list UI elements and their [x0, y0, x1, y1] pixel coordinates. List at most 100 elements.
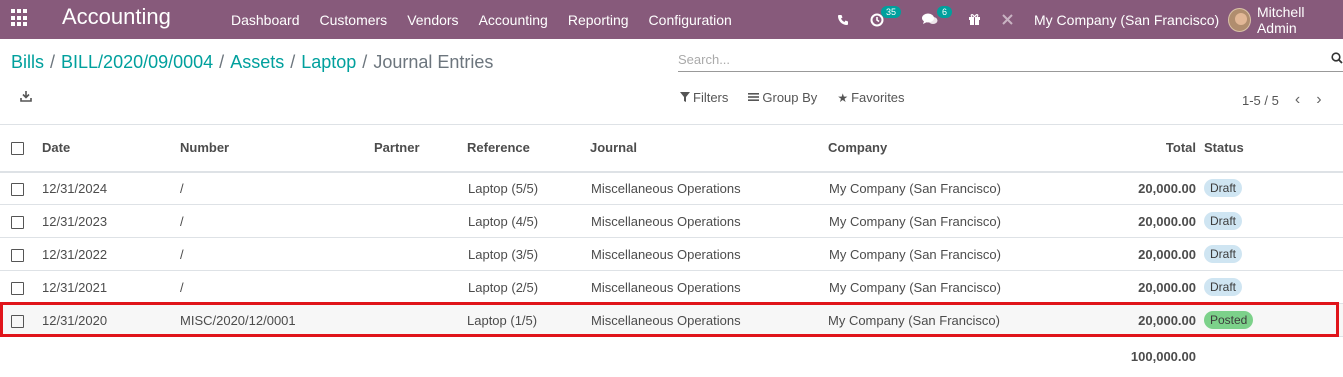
menu-reporting[interactable]: Reporting — [568, 12, 629, 28]
breadcrumb-laptop[interactable]: Laptop — [301, 52, 356, 72]
cell-date: 12/31/2020 — [42, 303, 180, 337]
cell-total: 20,000.00 — [1090, 303, 1204, 337]
column-journal[interactable]: Journal — [590, 124, 828, 173]
filters-button[interactable]: Filters — [680, 90, 728, 105]
activity-clock-icon[interactable]: 35 — [870, 0, 902, 39]
top-navbar: Accounting Dashboard Customers Vendors A… — [0, 0, 1343, 39]
table-footer-row: 100,000.00 — [0, 337, 1343, 377]
cell-partner — [374, 171, 467, 205]
search-icon[interactable] — [1331, 52, 1343, 67]
star-icon: ★ — [837, 90, 849, 105]
download-button[interactable] — [20, 90, 32, 105]
cell-company: My Company (San Francisco) — [828, 303, 1090, 337]
menu-dashboard[interactable]: Dashboard — [231, 12, 300, 28]
apps-grid-icon[interactable] — [11, 9, 29, 27]
menu-vendors[interactable]: Vendors — [407, 12, 458, 28]
table-row[interactable]: 12/31/2024 / Laptop (5/5) Miscellaneous … — [0, 171, 1343, 205]
column-date[interactable]: Date — [42, 124, 180, 173]
debug-tools-icon[interactable] — [1001, 0, 1014, 39]
row-select-cell — [0, 171, 42, 205]
menu-configuration[interactable]: Configuration — [649, 12, 732, 28]
row-checkbox[interactable] — [11, 215, 24, 229]
cell-status: Posted — [1204, 303, 1343, 337]
user-menu[interactable]: Mitchell Admin — [1228, 0, 1343, 39]
column-status[interactable]: Status — [1204, 124, 1343, 173]
table-row[interactable]: 12/31/2022 / Laptop (3/5) Miscellaneous … — [0, 237, 1343, 271]
cell-number: / — [180, 237, 374, 271]
row-select-cell — [0, 303, 42, 337]
gift-icon[interactable] — [968, 0, 981, 39]
column-total[interactable]: Total — [1090, 124, 1204, 173]
company-switcher[interactable]: My Company (San Francisco) — [1034, 0, 1219, 39]
status-badge: Draft — [1204, 212, 1243, 230]
cell-number: MISC/2020/12/0001 — [180, 303, 374, 337]
cell-partner — [374, 270, 467, 304]
menu-accounting[interactable]: Accounting — [479, 12, 548, 28]
column-partner[interactable]: Partner — [374, 124, 467, 173]
breadcrumb-separator: / — [362, 52, 368, 72]
messages-badge: 6 — [937, 6, 953, 18]
filters-label: Filters — [693, 90, 729, 105]
breadcrumb-separator: / — [290, 52, 296, 72]
breadcrumb-separator: / — [219, 52, 225, 72]
status-badge: Draft — [1204, 179, 1243, 198]
main-menu: Dashboard Customers Vendors Accounting R… — [231, 0, 752, 39]
row-checkbox[interactable] — [11, 281, 24, 295]
breadcrumb: Bills / BILL/2020/09/0004/Assets / Laptop / Jo… — [11, 52, 493, 73]
messages-icon[interactable]: 6 — [922, 0, 953, 39]
footer-spacer — [0, 337, 1090, 377]
user-name: Mitchell Admin — [1256, 3, 1305, 36]
cell-company: My Company (San Francisco) — [828, 270, 1090, 304]
cell-number: / — [180, 171, 374, 205]
cell-journal: Miscellaneous Operations — [590, 237, 828, 271]
cell-company: My Company (San Francisco) — [828, 171, 1090, 205]
pager: 1-5 / 5 ‹ › — [1242, 91, 1322, 109]
cell-partner — [374, 237, 467, 271]
table-row[interactable]: 12/31/2020 MISC/2020/12/0001 Laptop (1/5… — [0, 303, 1343, 337]
cell-date: 12/31/2022 — [42, 237, 180, 271]
cell-date: 12/31/2024 — [42, 171, 180, 205]
cell-partner — [374, 303, 467, 337]
app-title[interactable]: Accounting — [62, 4, 171, 30]
phone-icon[interactable] — [837, 0, 849, 39]
avatar — [1228, 7, 1251, 32]
cell-journal: Miscellaneous Operations — [590, 171, 828, 205]
search-bar — [678, 48, 1343, 72]
pager-value[interactable]: 1-5 / 5 — [1242, 93, 1279, 108]
cell-number: / — [180, 270, 374, 304]
table-row[interactable]: 12/31/2021 / Laptop (2/5) Miscellaneous … — [0, 270, 1343, 304]
column-number[interactable]: Number — [180, 124, 374, 173]
journal-entries-list: Date Number Partner Reference Journal Co… — [0, 124, 1343, 377]
menu-customers[interactable]: Customers — [320, 12, 388, 28]
cell-reference: Laptop (3/5) — [467, 237, 590, 271]
list-icon — [748, 91, 760, 105]
search-input[interactable] — [678, 48, 1318, 70]
chevron-right-icon[interactable]: › — [1316, 91, 1321, 109]
breadcrumb-assets[interactable]: Assets — [230, 52, 284, 72]
breadcrumb-bills[interactable]: Bills — [11, 52, 44, 72]
column-company[interactable]: Company — [828, 124, 1090, 173]
cell-journal: Miscellaneous Operations — [590, 204, 828, 238]
breadcrumb-separator: / — [50, 52, 56, 72]
breadcrumb-bill[interactable]: BILL/2020/09/0004 — [61, 52, 213, 72]
row-checkbox[interactable] — [11, 182, 24, 196]
select-all-checkbox[interactable] — [11, 142, 24, 156]
favorites-button[interactable]: ★ Favorites — [837, 90, 904, 105]
footer-empty — [1204, 337, 1343, 377]
download-icon — [20, 90, 32, 105]
table-header-row: Date Number Partner Reference Journal Co… — [0, 124, 1343, 173]
column-reference[interactable]: Reference — [467, 124, 590, 173]
cell-status: Draft — [1204, 204, 1343, 238]
cell-total: 20,000.00 — [1090, 171, 1204, 205]
breadcrumb-current: Journal Entries — [373, 52, 494, 72]
status-badge: Draft — [1204, 278, 1243, 296]
row-checkbox[interactable] — [11, 314, 24, 328]
row-checkbox[interactable] — [11, 248, 24, 262]
cell-status: Draft — [1204, 237, 1343, 271]
group-by-button[interactable]: Group By — [748, 90, 817, 105]
row-select-cell — [0, 270, 42, 304]
chevron-left-icon[interactable]: ‹ — [1295, 91, 1300, 109]
cell-status: Draft — [1204, 270, 1343, 304]
table-row[interactable]: 12/31/2023 / Laptop (4/5) Miscellaneous … — [0, 204, 1343, 238]
cell-total: 20,000.00 — [1090, 237, 1204, 271]
